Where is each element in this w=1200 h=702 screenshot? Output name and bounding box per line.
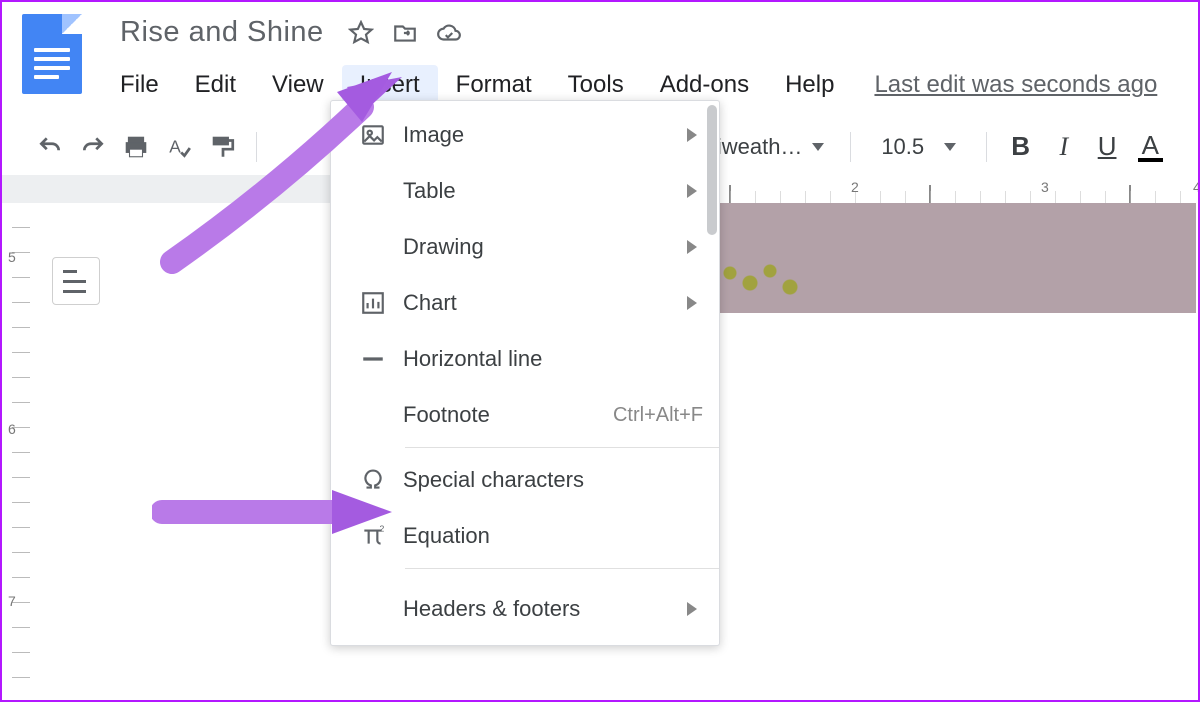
- menu-label: Equation: [403, 523, 490, 549]
- cloud-status-icon[interactable]: [436, 20, 462, 46]
- insert-table[interactable]: Table: [331, 163, 719, 219]
- svg-text:2: 2: [380, 524, 385, 534]
- insert-chart[interactable]: Chart: [331, 275, 719, 331]
- menu-tools[interactable]: Tools: [550, 65, 642, 105]
- image-icon: [353, 122, 393, 148]
- menu-view[interactable]: View: [254, 65, 342, 105]
- header-bar: Rise and Shine File Edit View Insert For…: [2, 2, 1198, 105]
- underline-button[interactable]: U: [1089, 127, 1124, 167]
- star-icon[interactable]: [348, 20, 374, 46]
- paint-format-button[interactable]: [205, 127, 240, 167]
- chevron-down-icon: [812, 143, 824, 151]
- menu-label: Footnote: [403, 402, 490, 428]
- insert-special-characters[interactable]: Special characters: [331, 452, 719, 508]
- document-title[interactable]: Rise and Shine: [114, 14, 330, 51]
- redo-button[interactable]: [75, 127, 110, 167]
- menu-insert[interactable]: Insert: [342, 65, 438, 105]
- submenu-arrow-icon: [687, 240, 697, 254]
- menu-help[interactable]: Help: [767, 65, 852, 105]
- last-edit-link[interactable]: Last edit was seconds ago: [852, 65, 1161, 105]
- spellcheck-button[interactable]: A: [162, 127, 197, 167]
- chevron-down-icon: [944, 143, 956, 151]
- ruler-mark: 7: [8, 593, 16, 609]
- toolbar-separator: [986, 132, 987, 162]
- chart-icon: [353, 290, 393, 316]
- horizontal-line-icon: [353, 346, 393, 372]
- move-icon[interactable]: [392, 20, 418, 46]
- menu-label: Chart: [403, 290, 457, 316]
- insert-horizontal-line[interactable]: Horizontal line: [331, 331, 719, 387]
- menu-label: Headers & footers: [403, 595, 580, 624]
- pi-icon: 2: [353, 523, 393, 549]
- text-color-button[interactable]: A: [1133, 127, 1168, 167]
- vertical-ruler[interactable]: 5 6 7: [2, 203, 36, 695]
- menu-label: Table: [403, 178, 456, 204]
- menu-label: Horizontal line: [403, 346, 542, 372]
- ruler-mark: 5: [8, 249, 16, 265]
- menu-file[interactable]: File: [114, 65, 177, 105]
- menu-label: Drawing: [403, 234, 484, 260]
- submenu-arrow-icon: [687, 602, 697, 616]
- insert-equation[interactable]: 2 Equation: [331, 508, 719, 564]
- submenu-arrow-icon: [687, 184, 697, 198]
- menu-label: Image: [403, 122, 464, 148]
- ruler-mark: 3: [1041, 179, 1049, 195]
- ruler-mark: 2: [851, 179, 859, 195]
- bold-button[interactable]: B: [1003, 127, 1038, 167]
- menu-label: Special characters: [403, 467, 584, 493]
- font-size-selector[interactable]: 10.5: [867, 134, 970, 160]
- insert-footnote[interactable]: Footnote Ctrl+Alt+F: [331, 387, 719, 443]
- italic-button[interactable]: I: [1046, 127, 1081, 167]
- menu-edit[interactable]: Edit: [177, 65, 254, 105]
- ruler-mark: 6: [8, 421, 16, 437]
- undo-button[interactable]: [32, 127, 67, 167]
- menu-addons[interactable]: Add-ons: [642, 65, 767, 105]
- menu-separator: [405, 568, 719, 569]
- menu-separator: [405, 447, 719, 448]
- menu-bar: File Edit View Insert Format Tools Add-o…: [114, 65, 1178, 105]
- docs-logo-icon[interactable]: [22, 14, 82, 94]
- insert-menu-dropdown: Image Table Drawing Chart Horizontal lin…: [330, 100, 720, 646]
- insert-headers-footers[interactable]: Headers & footers: [331, 573, 719, 645]
- outline-toggle-button[interactable]: [52, 257, 100, 305]
- ruler-mark: 4: [1193, 179, 1198, 195]
- omega-icon: [353, 467, 393, 493]
- svg-text:A: A: [170, 136, 182, 156]
- keyboard-shortcut: Ctrl+Alt+F: [613, 404, 703, 427]
- toolbar-separator: [256, 132, 257, 162]
- menu-format[interactable]: Format: [438, 65, 550, 105]
- document-image: [720, 203, 1196, 313]
- insert-drawing[interactable]: Drawing: [331, 219, 719, 275]
- toolbar-separator: [850, 132, 851, 162]
- insert-image[interactable]: Image: [331, 107, 719, 163]
- font-size-value: 10.5: [881, 134, 924, 160]
- print-button[interactable]: [118, 127, 153, 167]
- submenu-arrow-icon: [687, 296, 697, 310]
- submenu-arrow-icon: [687, 128, 697, 142]
